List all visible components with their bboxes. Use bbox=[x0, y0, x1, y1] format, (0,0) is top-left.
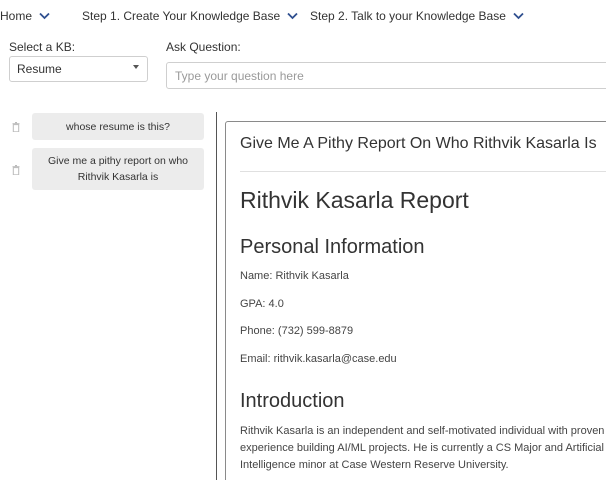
question-label: Ask Question: bbox=[166, 40, 241, 54]
intro-paragraph: Rithvik Kasarla is an independent and se… bbox=[240, 425, 605, 471]
trash-icon[interactable] bbox=[12, 165, 20, 175]
app-page: Home Step 1. Create Your Knowledge Base … bbox=[0, 0, 606, 480]
personal-phone: Phone: (732) 599-8879 bbox=[240, 325, 354, 337]
personal-gpa: GPA: 4.0 bbox=[240, 298, 284, 310]
nav-step2[interactable]: Step 2. Talk to your Knowledge Base bbox=[310, 9, 524, 23]
history-item[interactable]: Give me a pithy report on who Rithvik Ka… bbox=[32, 148, 204, 190]
report-title: Give Me A Pithy Report On Who Rithvik Ka… bbox=[240, 135, 597, 152]
report-panel: Give Me A Pithy Report On Who Rithvik Ka… bbox=[225, 121, 606, 480]
report-divider bbox=[240, 171, 606, 172]
history-item-text: Give me a pithy report on who Rithvik Ka… bbox=[47, 155, 189, 183]
top-nav: Home Step 1. Create Your Knowledge Base … bbox=[0, 0, 606, 34]
chevron-down-icon bbox=[513, 12, 524, 20]
nav-step1-label: Step 1. Create Your Knowledge Base bbox=[82, 9, 281, 23]
personal-email: Email: rithvik.kasarla@case.edu bbox=[240, 353, 397, 365]
kb-select[interactable]: Resume bbox=[9, 56, 148, 82]
nav-step1[interactable]: Step 1. Create Your Knowledge Base bbox=[82, 9, 298, 23]
nav-step2-label: Step 2. Talk to your Knowledge Base bbox=[310, 9, 506, 23]
kb-label: Select a KB: bbox=[9, 40, 76, 54]
personal-name: Name: Rithvik Kasarla bbox=[240, 270, 349, 282]
nav-home-label: Home bbox=[0, 9, 33, 23]
section-intro-heading: Introduction bbox=[240, 390, 345, 412]
caret-down-icon bbox=[133, 65, 139, 69]
section-personal-heading: Personal Information bbox=[240, 236, 425, 258]
question-input[interactable] bbox=[166, 62, 606, 89]
nav-home[interactable]: Home bbox=[0, 9, 50, 23]
trash-icon[interactable] bbox=[12, 122, 20, 132]
report-heading: Rithvik Kasarla Report bbox=[240, 187, 469, 213]
kb-selected-value: Resume bbox=[17, 62, 62, 76]
history-item-text: whose resume is this? bbox=[66, 120, 170, 133]
history-item[interactable]: whose resume is this? bbox=[32, 113, 204, 140]
chevron-down-icon bbox=[287, 12, 298, 20]
vertical-divider bbox=[216, 112, 217, 480]
chevron-down-icon bbox=[39, 12, 50, 20]
